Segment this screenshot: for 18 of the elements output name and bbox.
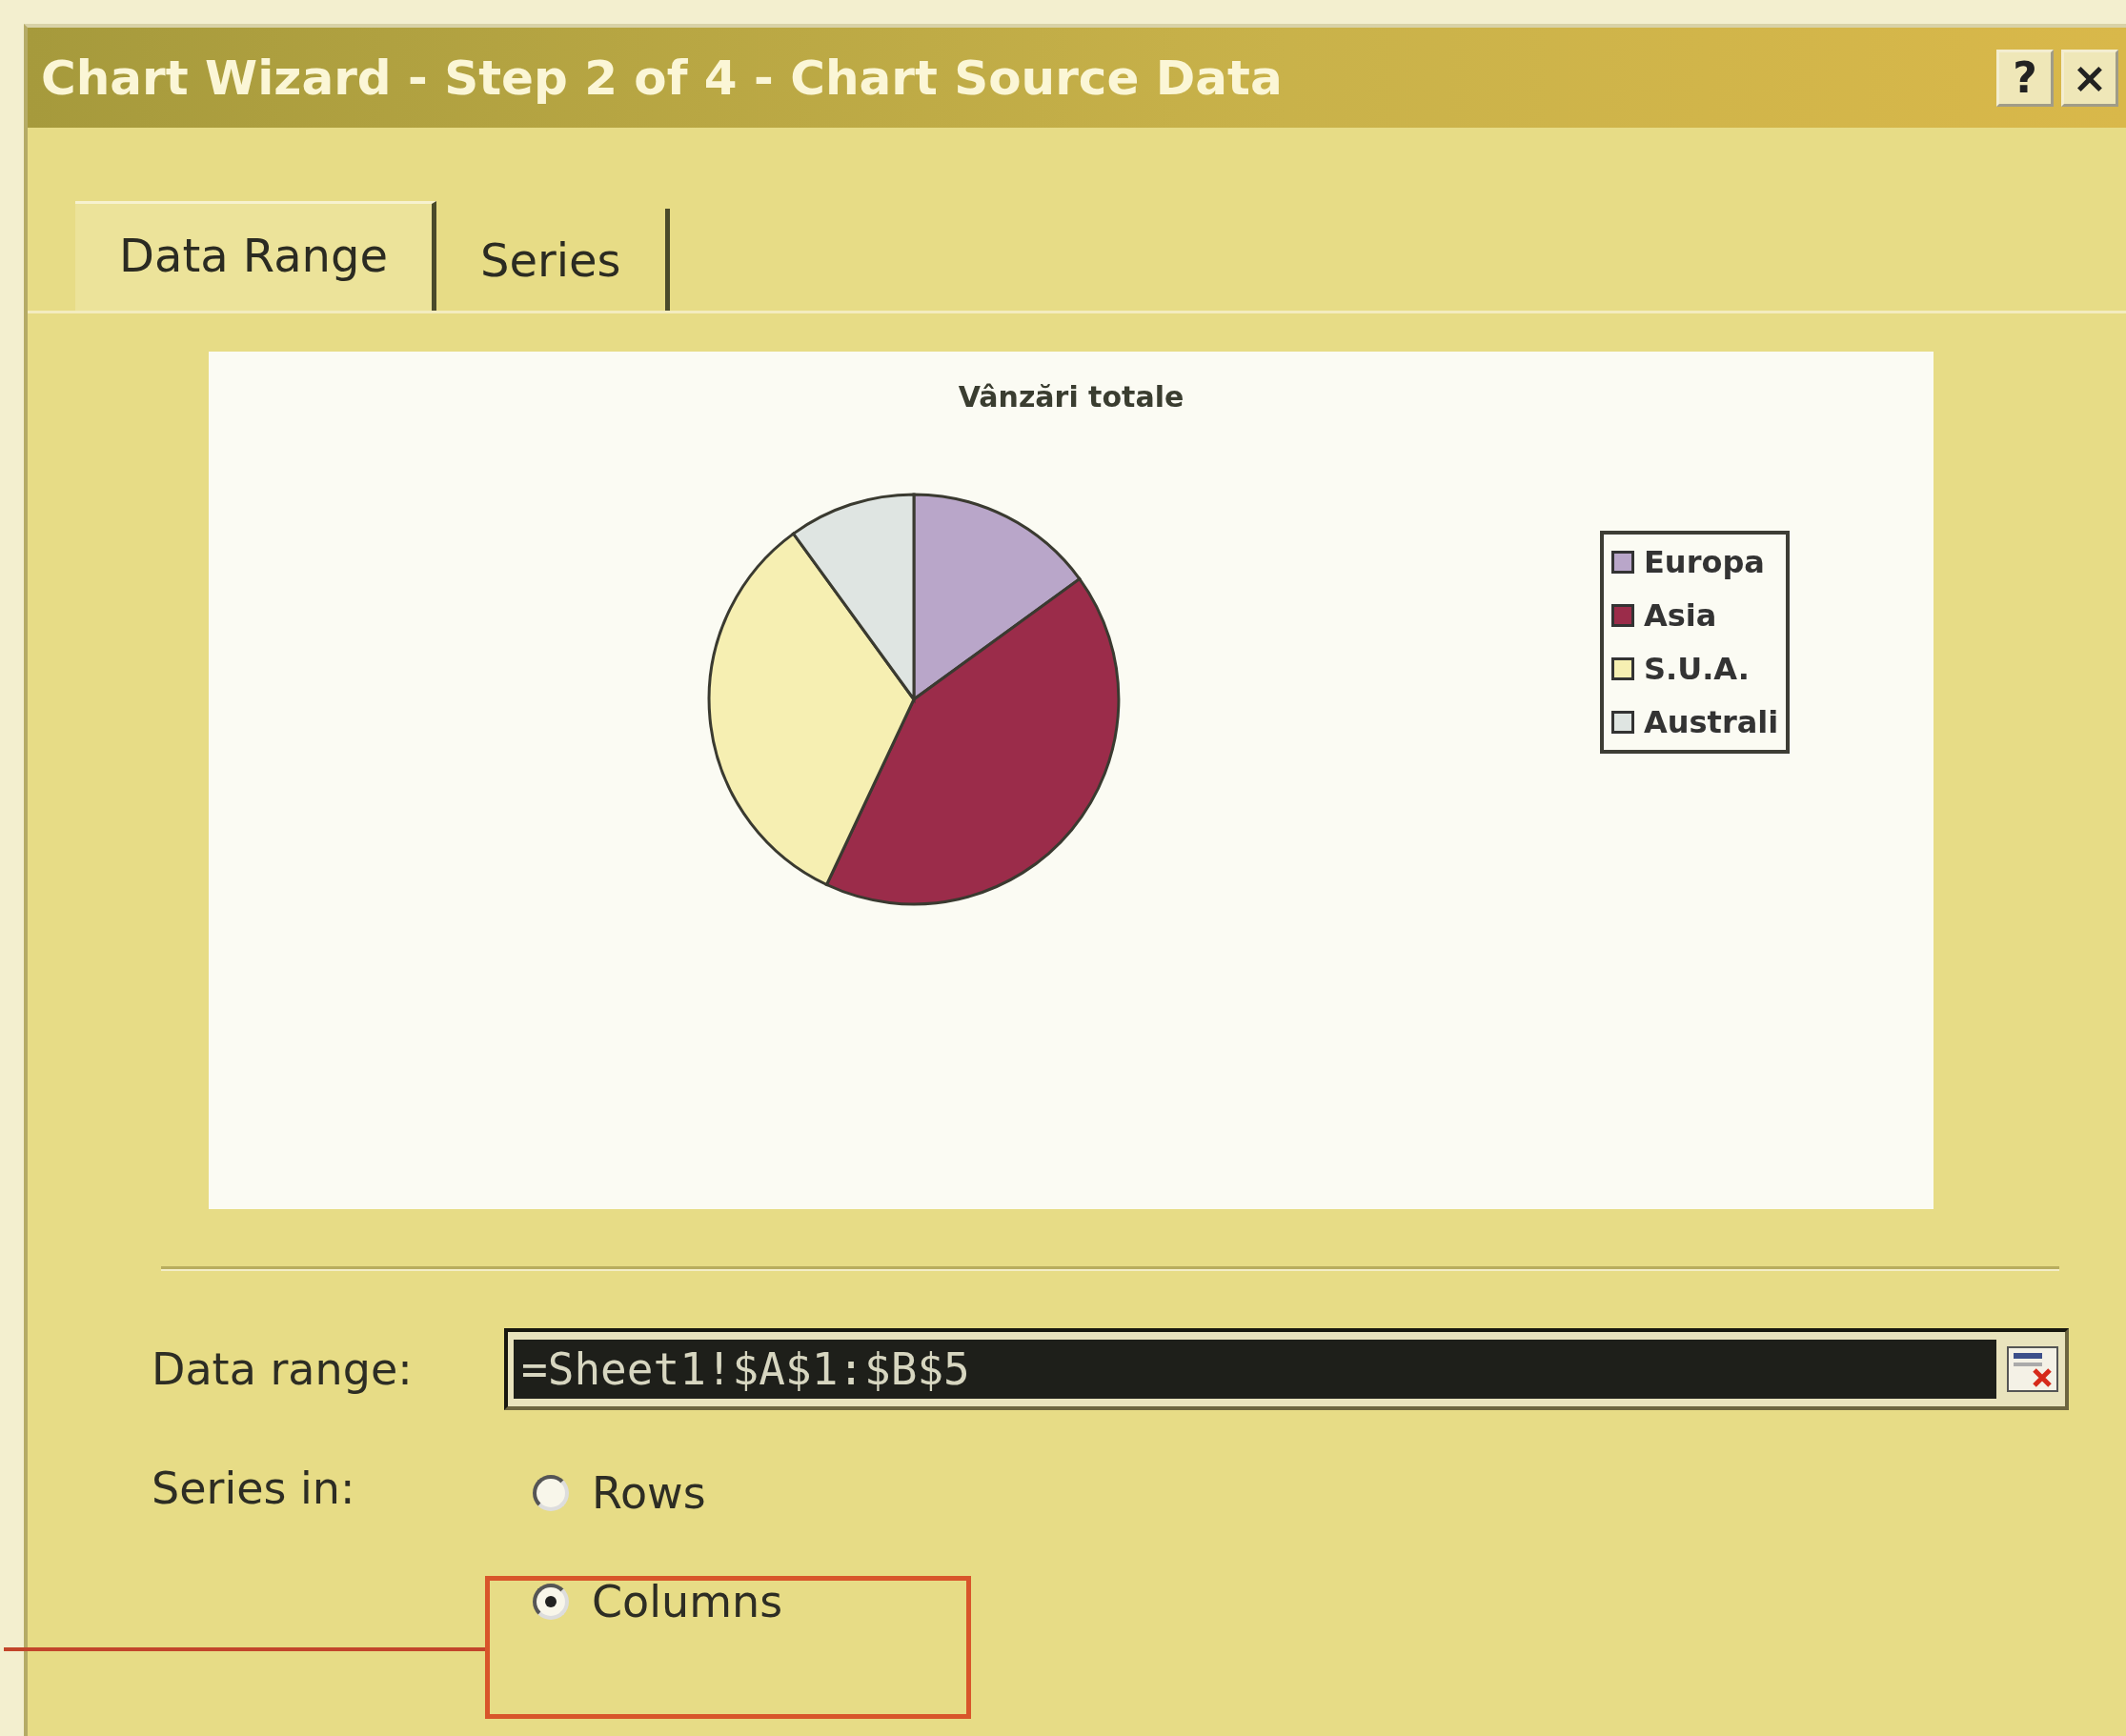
radio-button[interactable]	[533, 1475, 569, 1511]
radio-label[interactable]: Rows	[592, 1467, 706, 1519]
help-button[interactable]: ?	[1996, 49, 2054, 107]
data-range-label: Data range:	[151, 1343, 414, 1395]
legend-label: S.U.A.	[1644, 651, 1750, 687]
close-button[interactable]: ×	[2061, 49, 2118, 107]
series-in-label: Series in:	[151, 1463, 356, 1516]
chart-title: Vânzări totale	[958, 380, 1184, 414]
radio-button[interactable]	[533, 1584, 569, 1620]
tab[interactable]: Data Range	[75, 201, 436, 311]
tab[interactable]: Series	[436, 209, 670, 311]
window-title: Chart Wizard - Step 2 of 4 - Chart Source Data	[41, 50, 1283, 106]
radio-label[interactable]: Columns	[592, 1576, 783, 1627]
data-range-field[interactable]: =Sheet1!$A$1:$B$5	[504, 1328, 2069, 1410]
legend-label: Australi	[1644, 704, 1779, 740]
legend-label: Asia	[1644, 597, 1717, 634]
collapse-dialog-icon[interactable]	[2006, 1345, 2059, 1393]
legend-label: Europa	[1644, 544, 1765, 580]
